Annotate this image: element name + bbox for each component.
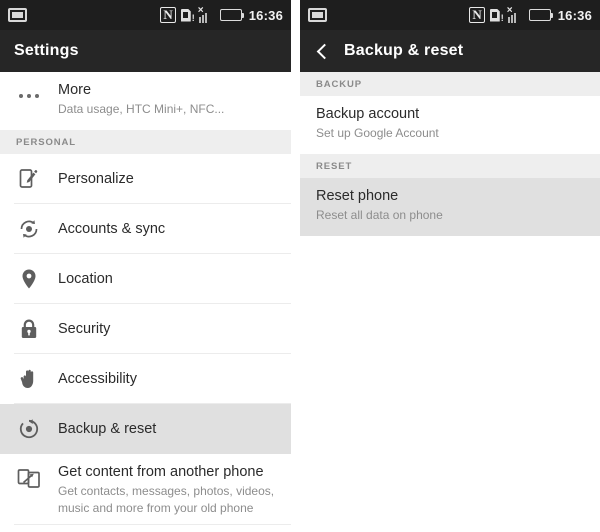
row-subtitle: Reset all data on phone [316,208,443,222]
panel-gap [291,0,300,532]
settings-row-accounts-sync[interactable]: Accounts & sync [0,204,291,254]
status-right-icons: N ! × 16:36 [469,5,592,23]
row-text: Accounts & sync [58,220,165,239]
right-settings-list: BACKUP Backup account Set up Google Acco… [300,72,600,236]
left-status-bar: N ! × 16:36 [0,0,291,30]
section-header-personal: PERSONAL [0,130,291,154]
section-header-backup: BACKUP [300,72,600,96]
settings-row-get-content[interactable]: Get content from another phone Get conta… [0,454,291,525]
screenshot-icon [308,8,327,22]
overflow-dots-icon [14,81,44,111]
dual-screenshot-container: N ! × 16:36 Settings More Data usage, HT… [0,0,600,532]
location-pin-icon [14,264,44,294]
row-text: Personalize [58,170,134,189]
row-text: More Data usage, HTC Mini+, NFC... [58,81,224,117]
page-title: Settings [14,42,79,59]
settings-row-reset-phone[interactable]: Reset phone Reset all data on phone [300,178,600,236]
status-clock: 16:36 [248,7,283,23]
backup-reset-icon [14,414,44,444]
row-subtitle-line1: Get contacts, messages, photos, videos, [58,484,275,498]
nfc-icon: N [160,7,176,23]
personalize-icon [14,164,44,194]
status-left-icons [308,8,327,22]
status-left-icons [8,8,27,22]
row-title: Reset phone [316,188,399,204]
row-title: Accounts & sync [58,220,166,237]
status-right-icons: N ! × 16:36 [160,5,283,23]
row-text: Get content from another phone Get conta… [58,463,274,516]
right-status-bar: N ! × 16:36 [300,0,600,30]
row-text: Reset phone Reset all data on phone [316,187,443,223]
settings-row-security[interactable]: Security [0,304,291,354]
row-title: Location [58,270,113,287]
signal-no-service-icon: × [198,5,215,23]
lock-icon [14,314,44,344]
settings-row-backup-account[interactable]: Backup account Set up Google Account [300,96,600,154]
right-app-bar: Backup & reset [300,30,600,72]
signal-no-service-icon: × [507,5,524,23]
row-subtitle-line2: music and more from your old phone [58,501,254,515]
row-text: Security [58,320,110,339]
row-text: Accessibility [58,370,137,389]
battery-icon [219,9,245,21]
hand-icon [14,364,44,394]
row-subtitle: Set up Google Account [316,126,439,140]
back-chevron-icon[interactable] [314,43,330,59]
row-subtitle: Data usage, HTC Mini+, NFC... [58,102,225,116]
row-title: Get content from another phone [58,464,264,480]
screenshot-icon [8,8,27,22]
settings-row-more[interactable]: More Data usage, HTC Mini+, NFC... [0,72,291,130]
left-app-bar: Settings [0,30,291,72]
nfc-icon: N [469,7,485,23]
row-title: Personalize [58,170,134,187]
row-title: Accessibility [58,370,137,387]
right-phone-screen: N ! × 16:36 Backup & reset BACKUP Backup… [300,0,600,532]
row-text: Backup account Set up Google Account [316,105,439,141]
row-title: More [58,82,92,98]
battery-icon [528,9,554,21]
settings-row-location[interactable]: Location [0,254,291,304]
phone-transfer-icon [14,463,44,493]
page-title: Backup & reset [344,42,464,59]
row-text: Backup & reset [58,420,156,439]
row-title: Backup account [316,106,420,122]
row-title: Backup & reset [58,420,157,437]
row-title: Security [58,320,111,337]
sd-card-warning-icon: ! [180,8,195,23]
left-settings-list: More Data usage, HTC Mini+, NFC... PERSO… [0,72,291,525]
settings-row-backup-reset[interactable]: Backup & reset [0,404,291,454]
sd-card-warning-icon: ! [489,8,504,23]
row-text: Location [58,270,113,289]
section-header-reset: RESET [300,154,600,178]
status-clock: 16:36 [557,7,592,23]
settings-row-personalize[interactable]: Personalize [0,154,291,204]
settings-row-accessibility[interactable]: Accessibility [0,354,291,404]
sync-icon [14,214,44,244]
left-phone-screen: N ! × 16:36 Settings More Data usage, HT… [0,0,291,532]
